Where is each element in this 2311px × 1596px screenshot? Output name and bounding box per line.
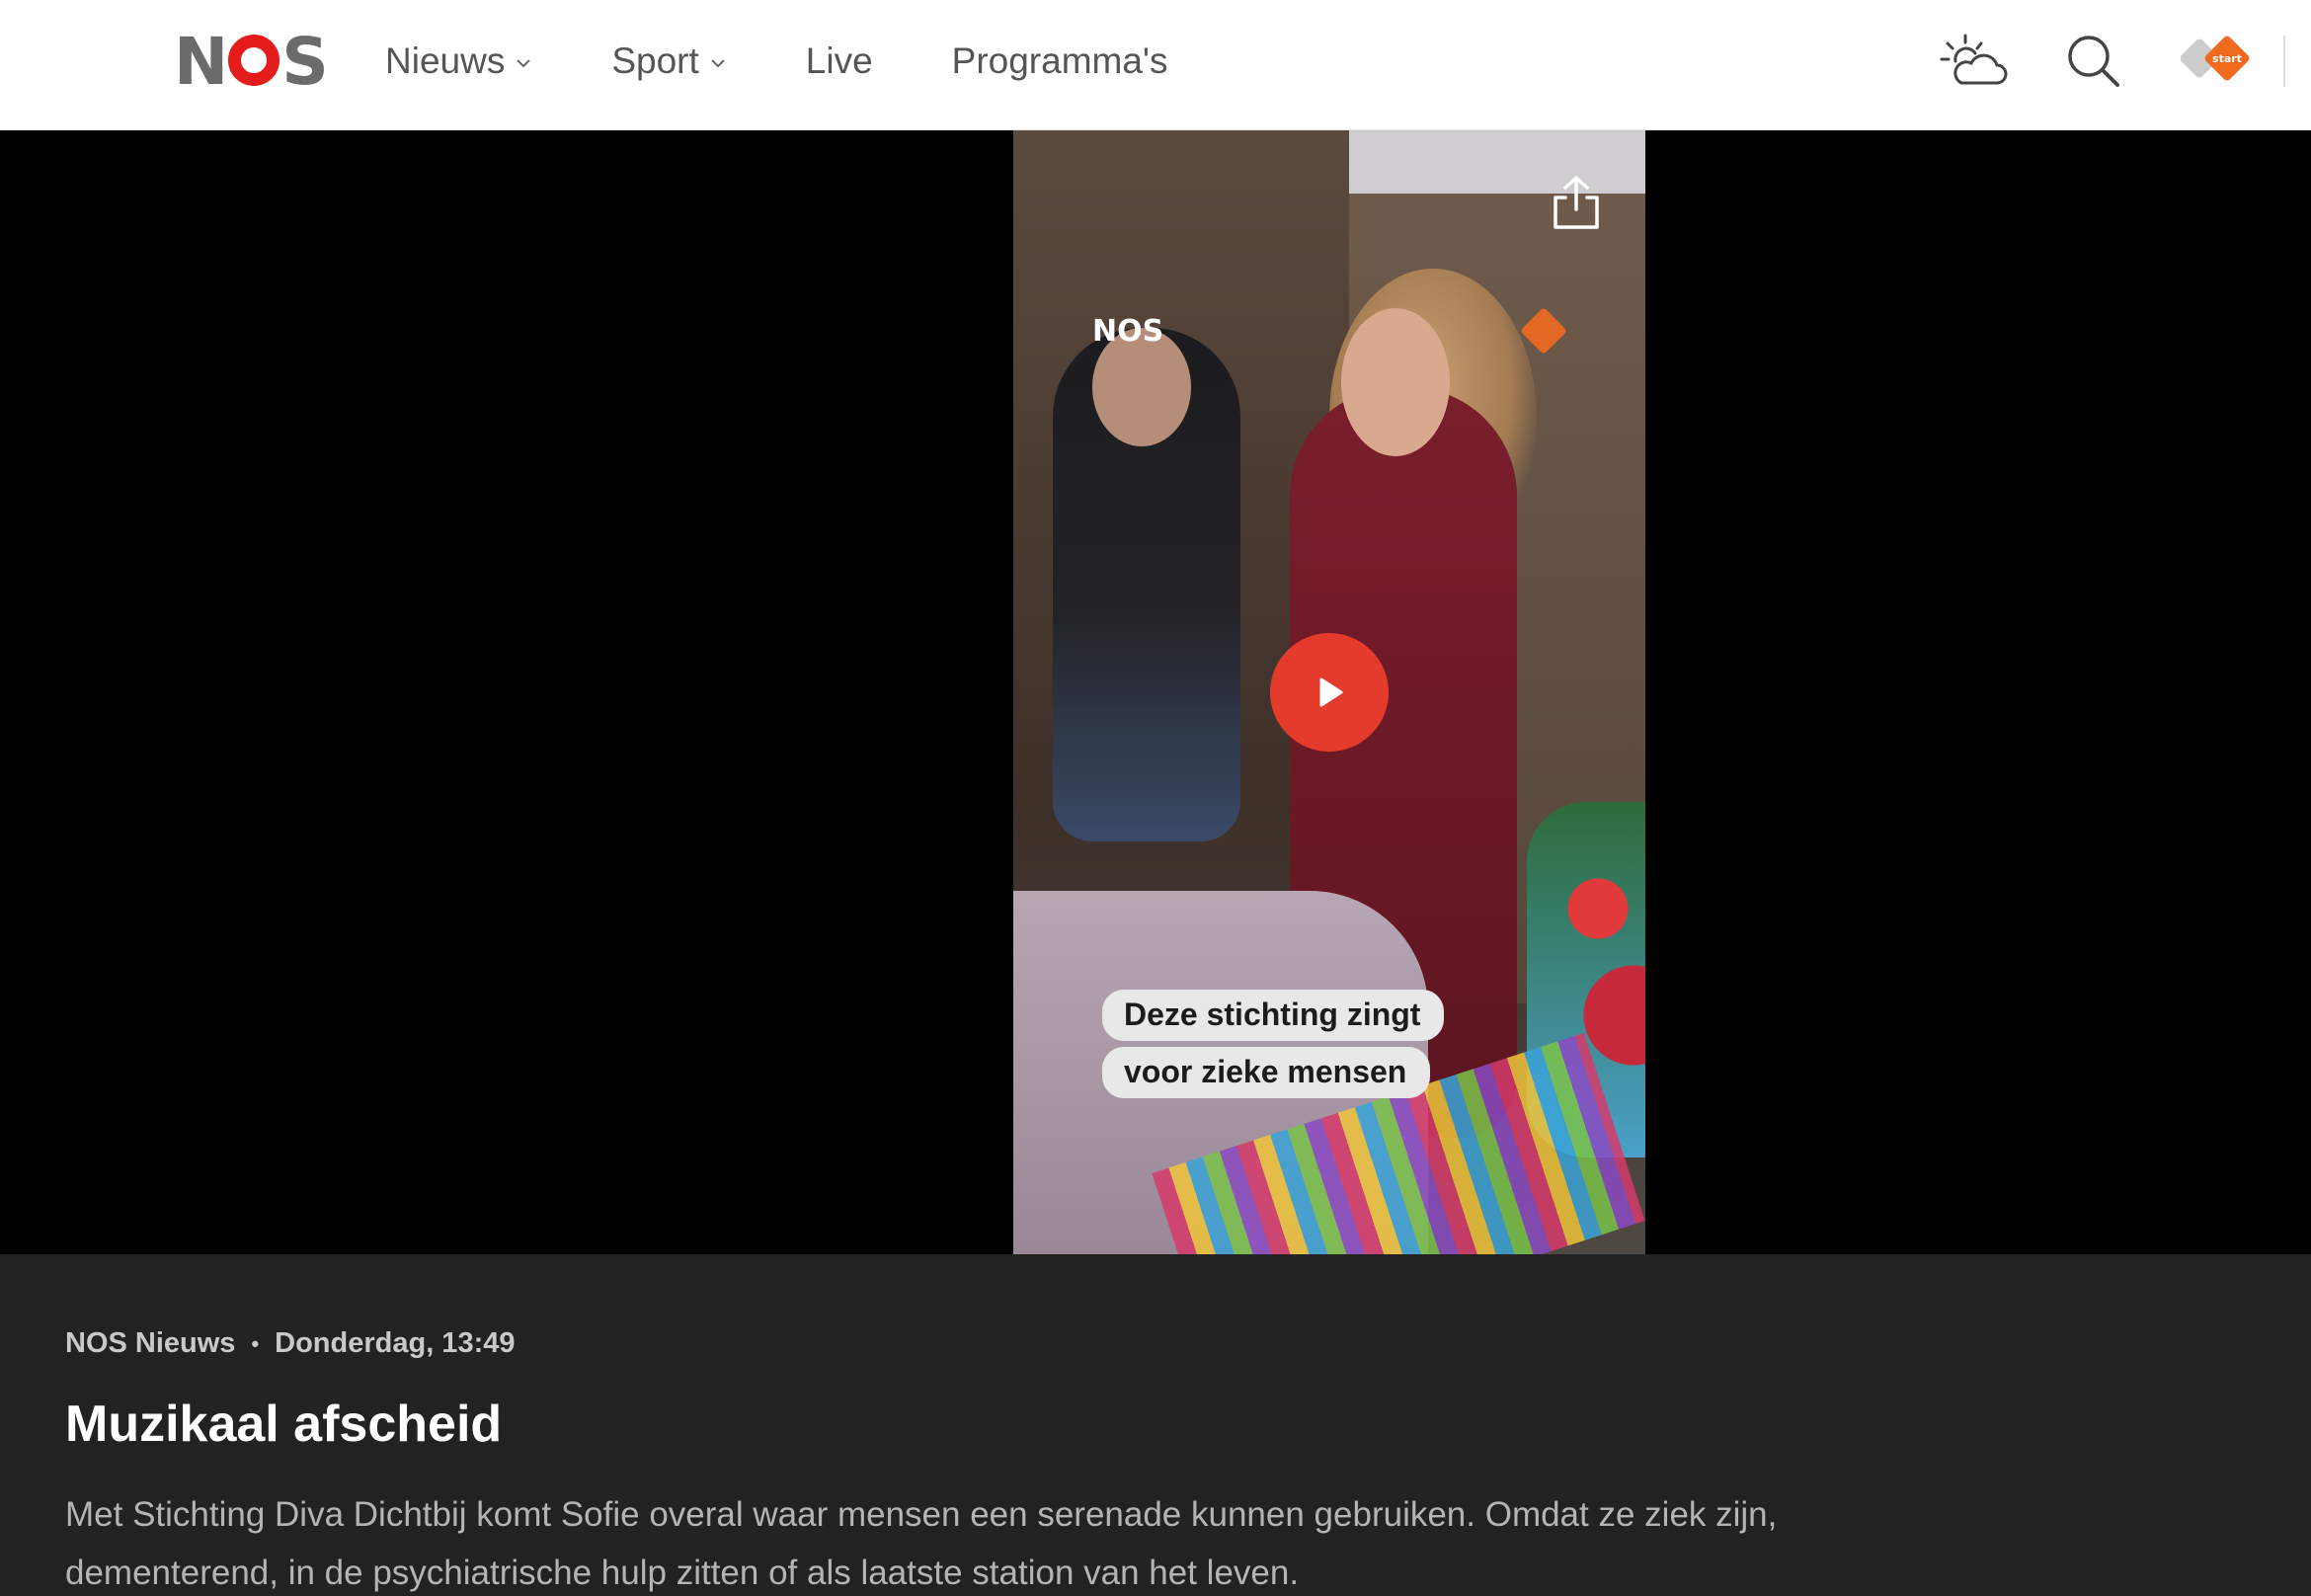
site-header: NS Nieuws Sport Live Programma's start — [0, 0, 2311, 130]
meta-separator: • — [251, 1330, 260, 1356]
weather-icon[interactable] — [1940, 32, 2009, 91]
video-player[interactable]: NOS Deze stichting zingt voor zieke mens… — [1013, 130, 1645, 1254]
chevron-down-icon — [711, 59, 725, 68]
nav-item-label: Live — [805, 40, 873, 81]
article-title: Muzikaal afscheid — [65, 1396, 503, 1453]
article-meta: NOS Nieuws • Donderdag, 13:49 — [65, 1327, 515, 1360]
caption-line: Deze stichting zingt — [1102, 990, 1445, 1041]
nav-item-live[interactable]: Live — [806, 40, 873, 82]
article-timestamp: Donderdag, 13:49 — [275, 1327, 516, 1359]
play-icon — [1319, 678, 1343, 707]
play-button[interactable] — [1270, 633, 1389, 752]
main-nav: Nieuws Sport Live Programma's — [385, 0, 1247, 122]
nav-item-label: Nieuws — [385, 40, 506, 81]
caption-line: voor zieke mensen — [1102, 1047, 1431, 1098]
article-source: NOS Nieuws — [65, 1327, 236, 1359]
nav-item-sport[interactable]: Sport — [611, 40, 726, 82]
chevron-down-icon — [517, 59, 531, 68]
article-description: Met Stichting Diva Dichtbij komt Sofie o… — [65, 1495, 1778, 1592]
nav-item-nieuws[interactable]: Nieuws — [385, 40, 532, 82]
video-watermark-nos: NOS — [1092, 314, 1164, 349]
video-player-area: NOS Deze stichting zingt voor zieke mens… — [0, 130, 2311, 1254]
nav-item-label: Sport — [611, 40, 699, 81]
nos-logo[interactable]: NS — [174, 30, 329, 95]
npo-start-icon[interactable]: start — [2181, 34, 2252, 89]
video-caption: Deze stichting zingt voor zieke mensen — [1102, 990, 1445, 1104]
nav-item-label: Programma's — [951, 40, 1168, 81]
share-icon[interactable] — [1550, 174, 1603, 233]
nav-item-programmas[interactable]: Programma's — [952, 40, 1168, 82]
svg-text:start: start — [2212, 52, 2242, 65]
search-icon[interactable] — [2064, 32, 2123, 91]
video-scene-singer-face — [1341, 308, 1450, 456]
header-divider — [2283, 36, 2285, 87]
